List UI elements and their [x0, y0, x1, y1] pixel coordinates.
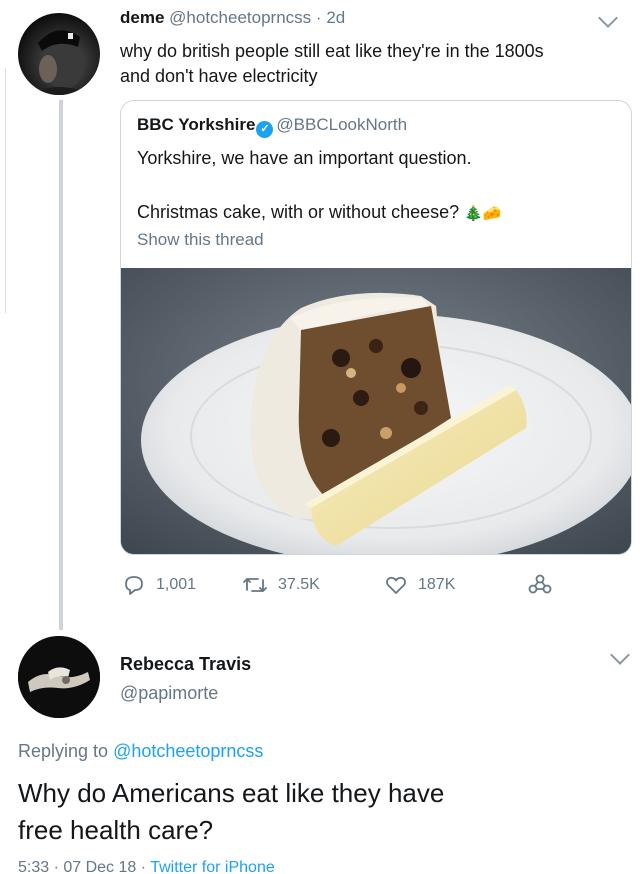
reply-count: 1,001	[156, 576, 197, 593]
reply-text-line: Why do Americans eat like they have	[18, 778, 445, 808]
tweet-meta: 5:33 · 07 Dec 18 · Twitter for iPhone	[18, 859, 275, 874]
tweet-age[interactable]: 2d	[326, 8, 345, 27]
author-name[interactable]: deme	[120, 8, 164, 27]
quoted-text-line-2: Christmas cake, with or without cheese? …	[137, 200, 502, 226]
thread-connector-line	[59, 100, 63, 630]
replying-to-link[interactable]: @hotcheetoprncss	[113, 741, 263, 761]
tweet-text-line: and don't have electricity	[120, 66, 318, 86]
reply-author-name[interactable]: Rebecca Travis	[120, 654, 251, 675]
replying-to-label: Replying to	[18, 741, 109, 761]
chevron-down-icon[interactable]	[610, 645, 630, 665]
like-count: 187K	[418, 576, 456, 593]
retweet-icon	[243, 578, 267, 592]
quoted-tweet-image[interactable]	[121, 268, 631, 554]
author-handle[interactable]: @hotcheetoprncss	[169, 8, 311, 27]
tweet-header: deme @hotcheetoprncss · 2d	[120, 7, 345, 29]
tweet-action-bar: 1,001 37.5K 187K	[122, 570, 582, 600]
reply-icon	[125, 576, 143, 595]
replying-to-line: Replying to @hotcheetoprncss	[18, 741, 263, 762]
heart-icon	[386, 576, 406, 594]
retweet-button[interactable]: 37.5K	[242, 570, 320, 600]
tweet-text-line: why do british people still eat like the…	[120, 41, 544, 61]
like-button[interactable]: 187K	[384, 570, 455, 600]
avatar-rebecca-image	[18, 636, 100, 718]
quoted-tweet-header: BBC Yorkshire ✓ @BBCLookNorth	[137, 114, 407, 138]
tweet-thread-screen: deme @hotcheetoprncss · 2d why do britis…	[0, 0, 643, 874]
quoted-author-handle: @BBCLookNorth	[276, 115, 408, 134]
show-thread-link[interactable]: Show this thread	[137, 230, 264, 250]
reply-text: Why do Americans eat like they have free…	[18, 775, 618, 849]
avatar-deme-image	[28, 30, 92, 95]
reply-text-line: free health care?	[18, 815, 214, 845]
emoji-tree-cheese: 🎄🧀	[464, 205, 502, 222]
avatar-deme[interactable]	[18, 13, 100, 95]
share-icon	[528, 574, 552, 594]
christmas-cake-photo	[121, 268, 631, 554]
reply-author-handle[interactable]: @papimorte	[120, 683, 218, 704]
tweet-source-link[interactable]: Twitter for iPhone	[150, 859, 275, 874]
left-edge-divider	[0, 68, 6, 313]
quoted-tweet-card[interactable]: BBC Yorkshire ✓ @BBCLookNorth Yorkshire, w…	[120, 100, 632, 555]
avatar-rebecca-travis[interactable]	[18, 636, 100, 718]
tweet-text: why do british people still eat like the…	[120, 39, 620, 89]
separator-dot: ·	[315, 8, 322, 27]
quoted-question: Christmas cake, with or without cheese?	[137, 202, 460, 222]
share-button[interactable]	[527, 570, 563, 600]
reply-button[interactable]: 1,001	[122, 570, 196, 600]
quoted-text-line: Yorkshire, we have an important question…	[137, 148, 472, 168]
verified-badge-icon: ✓	[256, 121, 274, 138]
quoted-author-name: BBC Yorkshire	[137, 115, 256, 134]
retweet-count: 37.5K	[278, 576, 320, 593]
chevron-down-icon[interactable]	[598, 8, 618, 28]
tweet-timestamp[interactable]: 5:33 · 07 Dec 18 ·	[18, 859, 146, 874]
